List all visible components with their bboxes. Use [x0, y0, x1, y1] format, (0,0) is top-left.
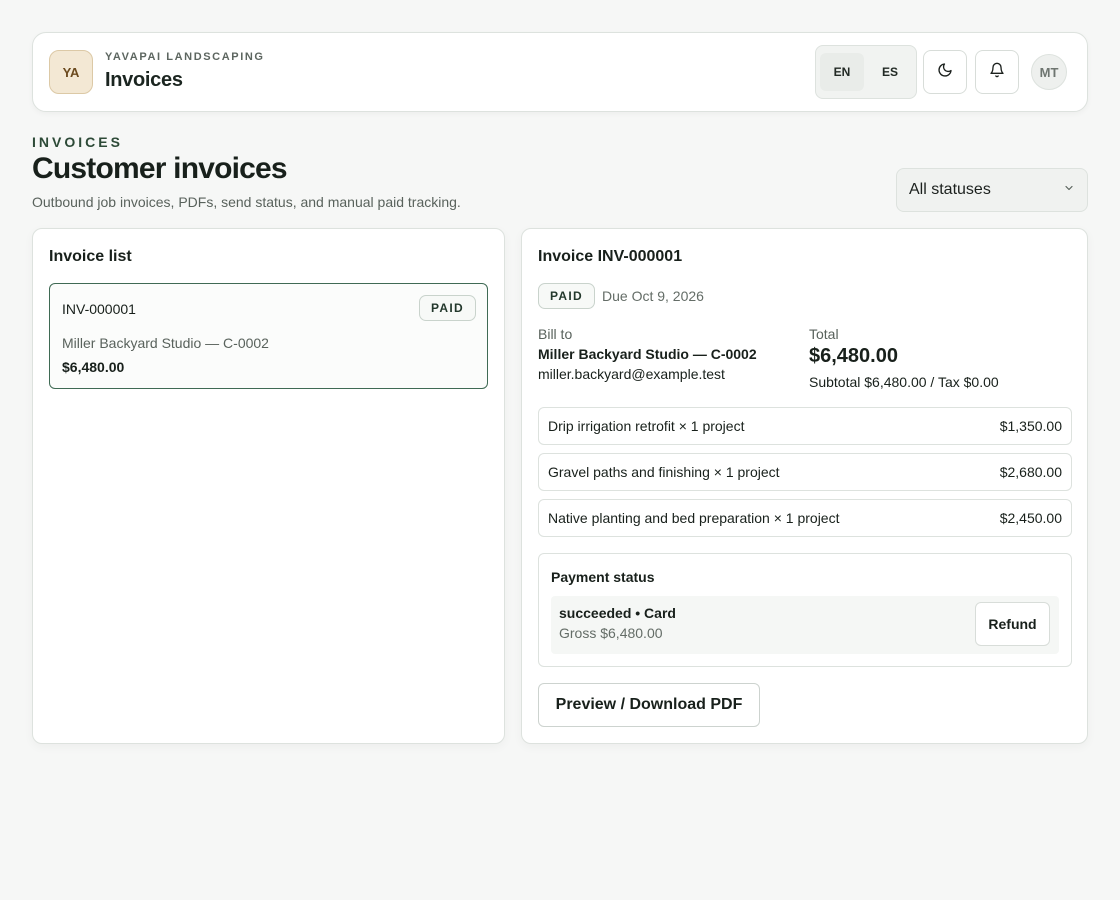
- bill-to-name: Miller Backyard Studio — C-0002: [538, 346, 757, 362]
- due-date: Due Oct 9, 2026: [602, 288, 704, 304]
- payment-status-title: Payment status: [551, 569, 655, 585]
- line-item-description: Gravel paths and finishing × 1 project: [548, 464, 780, 480]
- user-avatar[interactable]: MT: [1031, 54, 1067, 90]
- subtotal-tax-line: Subtotal $6,480.00 / Tax $0.00: [809, 374, 999, 390]
- total-amount: $6,480.00: [809, 345, 898, 367]
- language-en-button[interactable]: EN: [820, 53, 864, 91]
- invoice-number: INV-000001: [62, 301, 136, 317]
- status-filter-select[interactable]: All statuses: [896, 168, 1088, 212]
- payment-row: succeeded • Card Gross $6,480.00 Refund: [551, 596, 1059, 654]
- invoice-list-title: Invoice list: [49, 248, 132, 265]
- status-badge: PAID: [538, 283, 595, 309]
- page-eyebrow: INVOICES: [32, 134, 123, 150]
- payment-status-panel: Payment status succeeded • Card Gross $6…: [538, 553, 1072, 667]
- language-switcher: EN ES: [815, 45, 917, 99]
- app-header: YA YAVAPAI LANDSCAPING Invoices EN ES MT: [32, 32, 1088, 112]
- brand-logo: YA: [49, 50, 93, 94]
- header-page-title: Invoices: [105, 69, 183, 91]
- chevron-down-icon: [1063, 181, 1075, 199]
- line-item-amount: $2,450.00: [999, 510, 1062, 526]
- status-badge: PAID: [419, 295, 476, 321]
- line-item: Drip irrigation retrofit × 1 project $1,…: [538, 407, 1072, 445]
- bill-to-email: miller.backyard@example.test: [538, 366, 725, 382]
- page-subtitle: Outbound job invoices, PDFs, send status…: [32, 194, 461, 210]
- brand-name: YAVAPAI LANDSCAPING: [105, 51, 265, 63]
- notifications-button[interactable]: [975, 50, 1019, 94]
- bill-to-label: Bill to: [538, 326, 573, 342]
- payment-method: succeeded • Card: [559, 605, 676, 621]
- payment-gross: Gross $6,480.00: [559, 625, 663, 641]
- preview-download-pdf-button[interactable]: Preview / Download PDF: [538, 683, 760, 727]
- invoice-customer: Miller Backyard Studio — C-0002: [62, 335, 269, 351]
- line-item-amount: $2,680.00: [999, 464, 1062, 480]
- line-item-description: Drip irrigation retrofit × 1 project: [548, 418, 745, 434]
- bell-icon: [989, 62, 1005, 83]
- status-filter-value: All statuses: [909, 181, 991, 198]
- total-label: Total: [809, 326, 839, 342]
- invoice-detail-panel: Invoice INV-000001 PAID Due Oct 9, 2026 …: [521, 228, 1088, 744]
- invoice-amount: $6,480.00: [62, 359, 125, 375]
- line-item: Native planting and bed preparation × 1 …: [538, 499, 1072, 537]
- theme-toggle-button[interactable]: [923, 50, 967, 94]
- line-item: Gravel paths and finishing × 1 project $…: [538, 453, 1072, 491]
- line-item-amount: $1,350.00: [999, 418, 1062, 434]
- refund-button[interactable]: Refund: [975, 602, 1050, 646]
- moon-icon: [937, 62, 953, 83]
- invoice-list-item[interactable]: INV-000001 PAID Miller Backyard Studio —…: [49, 283, 488, 389]
- invoice-detail-title: Invoice INV-000001: [538, 248, 683, 265]
- page-title: Customer invoices: [32, 152, 288, 185]
- language-es-button[interactable]: ES: [868, 53, 912, 91]
- line-item-description: Native planting and bed preparation × 1 …: [548, 510, 840, 526]
- invoice-list-panel: Invoice list INV-000001 PAID Miller Back…: [32, 228, 505, 744]
